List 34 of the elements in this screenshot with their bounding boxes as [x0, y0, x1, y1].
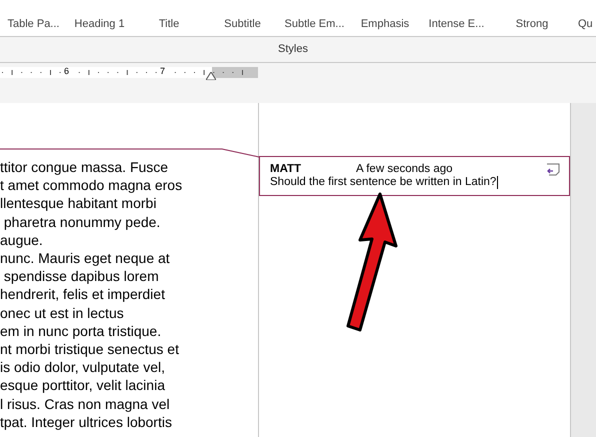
body-text-line: hendrerit, felis et imperdiet [0, 285, 166, 304]
body-text-line: t amet commodo magna eros [0, 176, 184, 194]
comment-balloon[interactable]: MATT A few seconds ago Should the first sentence be written in Latin? [259, 156, 570, 196]
style-gallery-item[interactable]: Subtle Em... [279, 16, 350, 32]
style-gallery-item[interactable]: Table Pa... [0, 16, 67, 32]
body-text-line: pharetra nonummy pede. [2, 212, 162, 231]
body-text-line: tpat. Integer ultrices lobortis [0, 412, 173, 431]
body-text-line: onec ut est in lectus [0, 304, 125, 322]
style-gallery-item[interactable]: Title [132, 16, 206, 32]
style-gallery-item[interactable]: Intense E... [420, 16, 493, 32]
comment-text: Should the first sentence be written in Latin? [270, 176, 498, 189]
body-text-line: nunc. Mauris eget neque at [0, 248, 171, 268]
ruler-margin-area [212, 66, 258, 78]
comment-time: A few seconds ago [356, 162, 453, 176]
comment-author: MATT [270, 162, 302, 176]
style-gallery-item[interactable]: Heading 1 [67, 16, 132, 32]
style-gallery-item[interactable]: Subtitle [206, 16, 279, 32]
style-gallery-item[interactable]: Emphasis [350, 16, 420, 32]
body-text-line: llentesque habitant morbi [0, 194, 158, 213]
body-text-line: l risus. Cras non magna vel [0, 394, 171, 413]
style-gallery-item[interactable]: Qu [571, 16, 596, 32]
indent-marker-icon[interactable] [206, 72, 216, 80]
body-text-line: nt morbi tristique senectus et [0, 340, 180, 358]
body-text-line: spendisse dapibus lorem [2, 267, 160, 286]
body-text-line: ttitor congue massa. Fusce [0, 158, 170, 176]
reply-icon[interactable] [545, 162, 561, 177]
body-text-line: esque porttitor, velit lacinia [0, 376, 166, 395]
ruler-number: 7 [160, 66, 166, 77]
body-text-line: is odio dolor, vulputate vel, [0, 358, 166, 376]
body-text-line: em in nunc porta tristique. [0, 322, 162, 340]
ribbon-group-label: Styles [278, 42, 308, 58]
style-gallery-item[interactable]: Strong [493, 16, 571, 32]
body-text-line: augue. [0, 230, 44, 249]
ruler-number: 6 [64, 66, 70, 77]
